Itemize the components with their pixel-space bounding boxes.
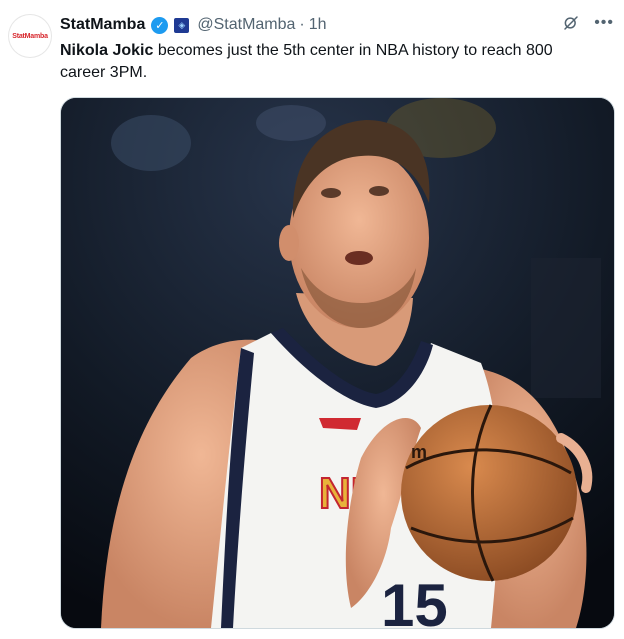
more-options-icon[interactable]: ••• (594, 15, 614, 31)
avatar[interactable]: StatMamba (8, 14, 52, 58)
verified-badge-icon: ✓ (151, 16, 169, 34)
tweet-text-bold: Nikola Jokic (60, 42, 154, 59)
avatar-logo-text: StatMamba (12, 32, 48, 40)
separator-dot: · (299, 16, 305, 33)
grok-icon[interactable] (562, 14, 580, 32)
tweet-timestamp[interactable]: 1h (309, 16, 327, 34)
affiliate-badge-icon[interactable]: ◈ (174, 17, 190, 33)
photo-basketball-player: NE m 15 (61, 98, 614, 628)
tweet-photo[interactable]: NE m 15 (60, 97, 615, 629)
svg-text:15: 15 (381, 572, 448, 628)
svg-text:m: m (411, 442, 427, 462)
tweet-actions: ••• (562, 14, 614, 32)
author-name[interactable]: StatMamba (60, 16, 145, 34)
tweet-header: StatMamba ✓ ◈ @StatMamba · 1h (60, 14, 327, 36)
author-handle[interactable]: @StatMamba (197, 16, 295, 34)
tweet-card: StatMamba StatMamba ✓ ◈ @StatMamba · 1h … (0, 0, 624, 639)
tweet-text: Nikola Jokic becomes just the 5th center… (60, 40, 590, 84)
